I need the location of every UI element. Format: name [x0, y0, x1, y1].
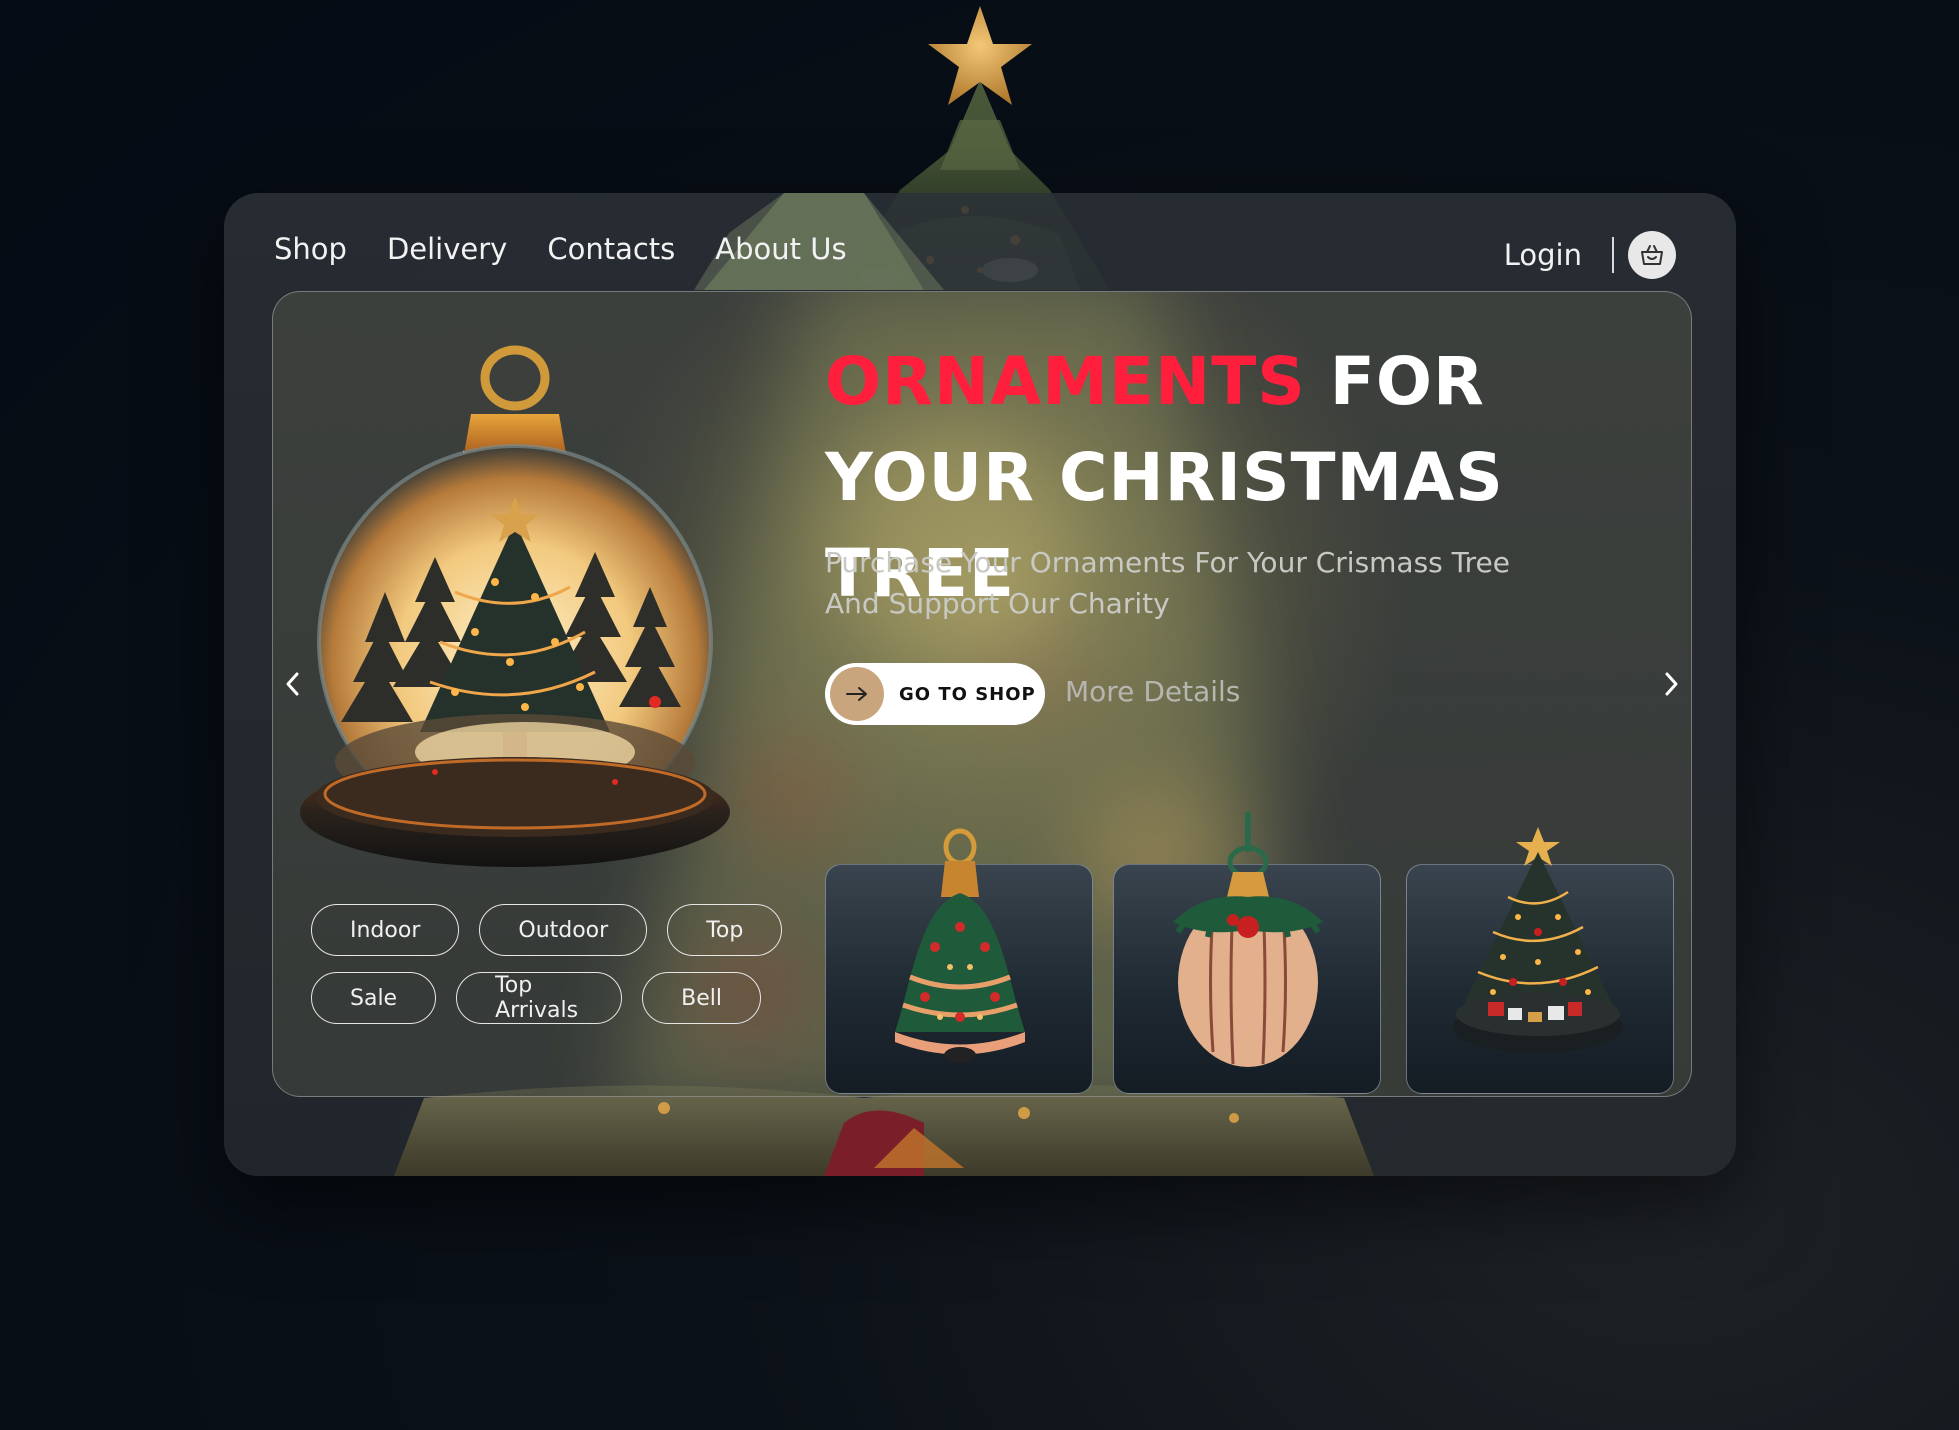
more-details-link[interactable]: More Details: [1065, 675, 1240, 708]
nav-link-contacts[interactable]: Contacts: [547, 229, 675, 269]
main-glass-card: Shop Delivery Contacts About Us Login OR…: [224, 193, 1736, 1176]
basket-icon: [1641, 245, 1663, 265]
snow-globe-image: [300, 345, 730, 867]
top-nav: Shop Delivery Contacts About Us: [274, 229, 887, 269]
nav-divider: [1612, 237, 1614, 273]
arrow-right-icon: [846, 687, 867, 701]
login-link[interactable]: Login: [1504, 235, 1582, 275]
go-to-shop-label: GO TO SHOP: [899, 683, 1036, 705]
tag-indoor[interactable]: Indoor: [311, 904, 460, 956]
round-ornament-image: [1173, 812, 1323, 1067]
nav-link-delivery[interactable]: Delivery: [387, 229, 507, 269]
hero-card: ORNAMENTS FOR YOUR CHRISTMAS TREE Purcha…: [272, 291, 1692, 1097]
hero-subtitle: Purchase Your Ornaments For Your Crismas…: [825, 546, 1511, 620]
tree-ornament-image: [1453, 827, 1623, 1053]
cta-arrow-circle: [830, 667, 884, 721]
tag-outdoor[interactable]: Outdoor: [479, 904, 648, 956]
nav-link-shop[interactable]: Shop: [274, 229, 347, 269]
tag-sale[interactable]: Sale: [311, 972, 437, 1024]
tag-top-arrivals[interactable]: Top Arrivals: [456, 972, 623, 1024]
bell-ornament-image: [895, 828, 1025, 1063]
carousel-next-button[interactable]: [1657, 664, 1687, 704]
tag-bell[interactable]: Bell: [642, 972, 761, 1024]
hero-title-for: FOR: [1305, 343, 1485, 420]
chevron-right-icon: [1665, 672, 1678, 696]
cart-button[interactable]: [1628, 231, 1676, 279]
nav-link-about-us[interactable]: About Us: [715, 229, 846, 269]
tag-top[interactable]: Top: [667, 904, 783, 956]
nav-actions: Login: [1504, 231, 1676, 279]
hero-title-accent: ORNAMENTS: [825, 343, 1306, 420]
go-to-shop-button[interactable]: GO TO SHOP: [825, 663, 1045, 725]
category-tags: Indoor Outdoor Top Sale Top Arrivals Bel…: [311, 904, 783, 1040]
